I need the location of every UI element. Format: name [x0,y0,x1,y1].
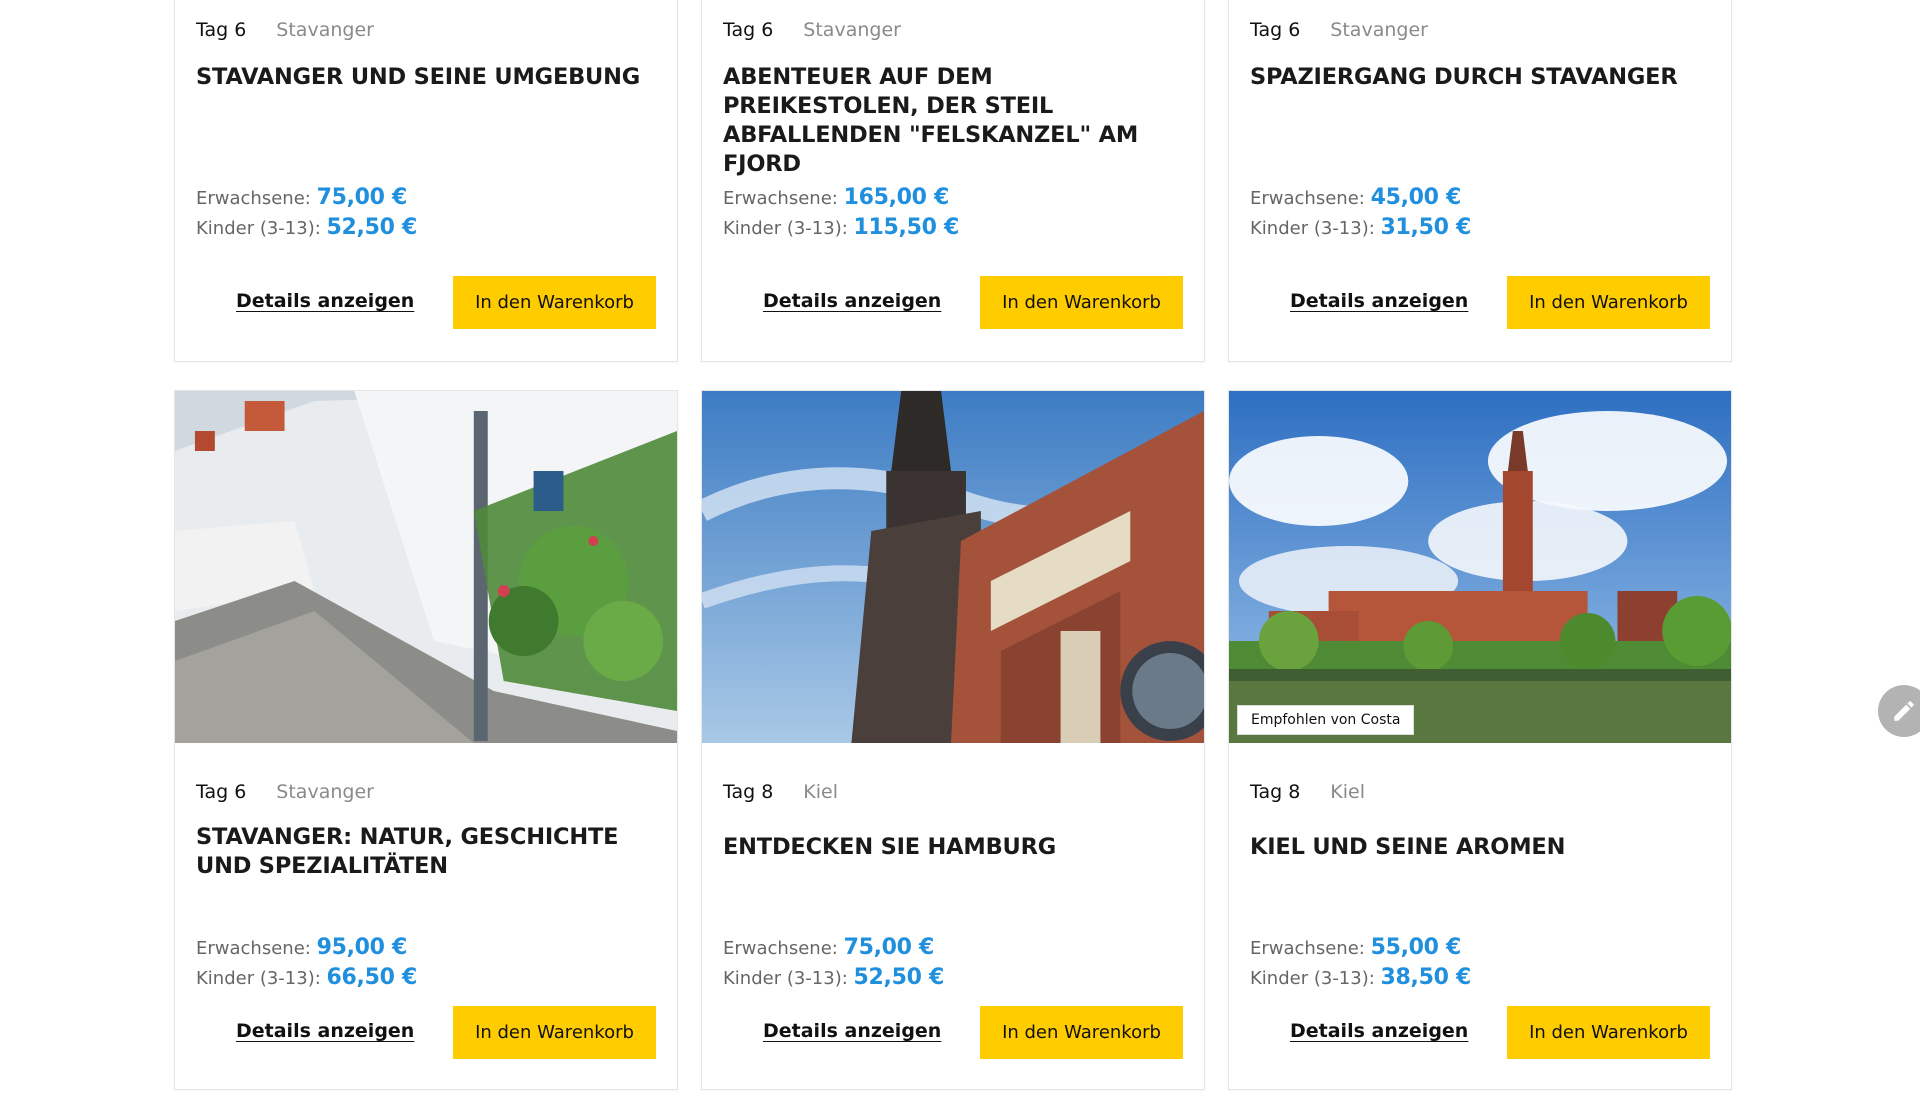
day-label: Tag 6 [1250,19,1301,41]
adult-price-row: Erwachsene: 165,00 € [723,183,949,214]
child-price: 115,50 € [853,215,960,240]
child-price: 31,50 € [1380,215,1472,240]
card-actions: Details anzeigen In den Warenkorb [723,1006,1183,1060]
day-label: Tag 6 [196,781,247,803]
adult-price-row: Erwachsene: 75,00 € [723,933,934,964]
add-to-cart-button[interactable]: In den Warenkorb [1507,1006,1710,1059]
excursion-card: Tag 6 Stavanger ABENTEUER AUF DEM PREIKE… [701,0,1205,362]
excursion-image[interactable] [175,391,677,743]
details-link[interactable]: Details anzeigen [763,290,941,312]
adult-price-label: Erwachsene: [723,188,838,209]
card-meta: Tag 8 Kiel [1250,781,1365,803]
adult-price-label: Erwachsene: [1250,938,1365,959]
adult-price: 55,00 € [1370,935,1462,960]
child-price: 52,50 € [853,965,945,990]
adult-price: 45,00 € [1370,185,1462,210]
excursion-title: SPAZIERGANG DURCH STAVANGER [1250,64,1678,90]
pencil-icon[interactable] [1878,685,1920,737]
excursion-title: ENTDECKEN SIE HAMBURG [723,834,1057,860]
adult-price: 75,00 € [843,935,935,960]
excursion-image[interactable] [702,391,1204,743]
adult-price-row: Erwachsene: 45,00 € [1250,183,1461,214]
add-to-cart-button[interactable]: In den Warenkorb [453,276,656,329]
card-meta: Tag 8 Kiel [723,781,838,803]
child-price-label: Kinder (3-13): [196,218,321,239]
day-label: Tag 6 [723,19,774,41]
port-label: Kiel [1330,781,1366,803]
adult-price-row: Erwachsene: 75,00 € [196,183,407,214]
excursion-title: ABENTEUER AUF DEM PREIKESTOLEN, DER STEI… [723,64,1139,177]
port-label: Stavanger [276,781,374,803]
add-to-cart-button[interactable]: In den Warenkorb [980,1006,1183,1059]
child-price: 52,50 € [326,215,418,240]
adult-price-label: Erwachsene: [1250,188,1365,209]
details-link[interactable]: Details anzeigen [1290,1020,1468,1042]
details-link[interactable]: Details anzeigen [1290,290,1468,312]
card-actions: Details anzeigen In den Warenkorb [1250,1006,1710,1060]
child-price-label: Kinder (3-13): [1250,968,1375,989]
port-label: Stavanger [803,19,901,41]
child-price: 66,50 € [326,965,418,990]
port-label: Stavanger [276,19,374,41]
port-label: Stavanger [1330,19,1428,41]
child-price-label: Kinder (3-13): [723,968,848,989]
child-price-label: Kinder (3-13): [1250,218,1375,239]
excursion-card: Tag 6 Stavanger SPAZIERGANG DURCH STAVAN… [1228,0,1732,362]
card-actions: Details anzeigen In den Warenkorb [723,276,1183,330]
excursion-title: STAVANGER UND SEINE UMGEBUNG [196,64,641,90]
adult-price-row: Erwachsene: 95,00 € [196,933,407,964]
add-to-cart-button[interactable]: In den Warenkorb [453,1006,656,1059]
child-price: 38,50 € [1380,965,1472,990]
details-link[interactable]: Details anzeigen [236,290,414,312]
adult-price-row: Erwachsene: 55,00 € [1250,933,1461,964]
adult-price-label: Erwachsene: [196,938,311,959]
child-price-row: Kinder (3-13): 52,50 € [196,213,417,244]
adult-price: 95,00 € [316,935,408,960]
excursion-title: KIEL UND SEINE AROMEN [1250,834,1566,860]
card-meta: Tag 6 Stavanger [723,19,901,41]
recommended-badge: Empfohlen von Costa [1237,705,1415,735]
card-actions: Details anzeigen In den Warenkorb [196,1006,656,1060]
card-meta: Tag 6 Stavanger [196,781,374,803]
excursion-card: Tag 6 Stavanger STAVANGER: NATUR, GESCHI… [174,390,678,1090]
excursion-title: STAVANGER: NATUR, GESCHICHTE UND SPEZIAL… [196,824,619,879]
card-actions: Details anzeigen In den Warenkorb [1250,276,1710,330]
details-link[interactable]: Details anzeigen [763,1020,941,1042]
excursion-card: Empfohlen von Costa Tag 8 Kiel KIEL UND … [1228,390,1732,1090]
adult-price-label: Erwachsene: [723,938,838,959]
day-label: Tag 6 [196,19,247,41]
card-meta: Tag 6 Stavanger [1250,19,1428,41]
adult-price: 75,00 € [316,185,408,210]
details-link[interactable]: Details anzeigen [236,1020,414,1042]
child-price-row: Kinder (3-13): 38,50 € [1250,963,1471,994]
day-label: Tag 8 [723,781,774,803]
child-price-row: Kinder (3-13): 52,50 € [723,963,944,994]
child-price-label: Kinder (3-13): [196,968,321,989]
adult-price: 165,00 € [843,185,950,210]
excursion-card: Tag 8 Kiel ENTDECKEN SIE HAMBURG Erwachs… [701,390,1205,1090]
child-price-row: Kinder (3-13): 115,50 € [723,213,959,244]
excursion-image[interactable]: Empfohlen von Costa [1229,391,1731,743]
add-to-cart-button[interactable]: In den Warenkorb [980,276,1183,329]
excursion-card: Tag 6 Stavanger STAVANGER UND SEINE UMGE… [174,0,678,362]
child-price-row: Kinder (3-13): 66,50 € [196,963,417,994]
child-price-row: Kinder (3-13): 31,50 € [1250,213,1471,244]
add-to-cart-button[interactable]: In den Warenkorb [1507,276,1710,329]
adult-price-label: Erwachsene: [196,188,311,209]
port-label: Kiel [803,781,839,803]
day-label: Tag 8 [1250,781,1301,803]
card-meta: Tag 6 Stavanger [196,19,374,41]
child-price-label: Kinder (3-13): [723,218,848,239]
card-actions: Details anzeigen In den Warenkorb [196,276,656,330]
